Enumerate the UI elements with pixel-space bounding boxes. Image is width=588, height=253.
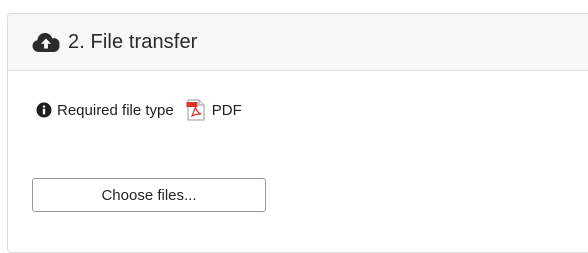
file-transfer-panel: 2. File transfer Required file type PDF … <box>7 13 588 253</box>
pdf-file-icon <box>186 99 206 121</box>
required-file-type-row: Required file type PDF <box>36 99 242 121</box>
panel-title: 2. File transfer <box>68 30 198 53</box>
choose-files-button[interactable]: Choose files... <box>32 178 266 212</box>
info-circle-icon <box>36 102 52 118</box>
required-file-type-label: Required file type <box>57 101 174 119</box>
file-type-text: PDF <box>211 101 242 119</box>
panel-header: 2. File transfer <box>8 14 588 71</box>
cloud-upload-icon <box>32 31 60 53</box>
